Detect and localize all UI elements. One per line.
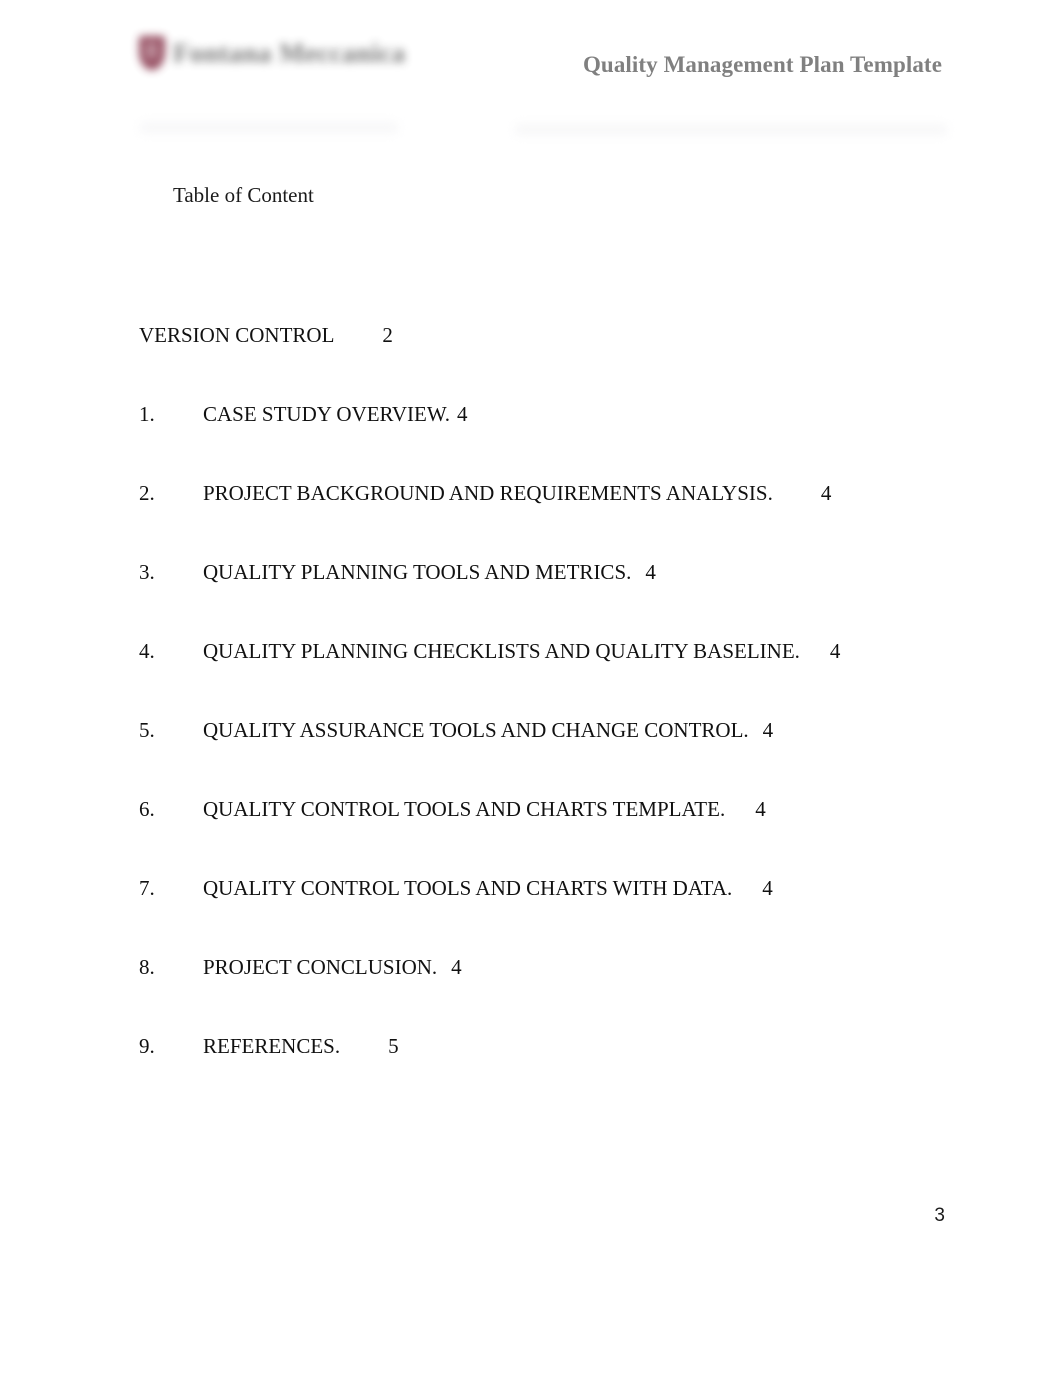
toc-entry-label: REFERENCES. [203, 1034, 341, 1058]
toc-entry-number: 8. [139, 955, 155, 979]
toc-entry-page: 4 [755, 797, 766, 821]
toc-entry-page: 5 [388, 1034, 399, 1058]
toc-entry-case-study-overview[interactable]: 1. CASE STUDY OVERVIEW. 4 [139, 399, 979, 478]
toc-entry-page: 4 [762, 876, 773, 900]
document-page: Fontana Meccanica Quality Management Pla… [0, 0, 1062, 1377]
table-of-contents: VERSION CONTROL 2 1. CASE STUDY OVERVIEW. 4… [139, 320, 979, 1110]
toc-entry-page: 4 [820, 481, 832, 505]
toc-entry-number: 9. [139, 1034, 155, 1058]
header-redaction-band-right [515, 124, 947, 135]
toc-entry-page: 4 [645, 560, 656, 584]
toc-entry-version-control[interactable]: VERSION CONTROL 2 [139, 320, 979, 399]
shield-icon [139, 36, 165, 70]
toc-entry-page: 4 [457, 402, 468, 426]
toc-entry-label: QUALITY PLANNING TOOLS AND METRICS. [203, 560, 632, 584]
toc-entry-page: 4 [829, 639, 841, 663]
header-redaction-band-left [140, 122, 398, 133]
toc-entry-number: 5. [139, 718, 155, 742]
toc-entry-project-background[interactable]: 2. PROJECT BACKGROUND AND REQUIREMENTS AN… [139, 478, 979, 557]
toc-entry-label: PROJECT CONCLUSION. [203, 955, 438, 979]
document-header: Fontana Meccanica Quality Management Pla… [0, 0, 1062, 150]
toc-entry-label: QUALITY CONTROL TOOLS AND CHARTS TEMPLAT… [203, 797, 726, 821]
toc-entry-page: 2 [382, 323, 393, 347]
toc-entry-page: 4 [762, 718, 774, 742]
toc-entry-label: QUALITY ASSURANCE TOOLS AND CHANGE CONTR… [203, 718, 749, 742]
toc-entry-label: VERSION CONTROL [139, 323, 335, 347]
toc-entry-number: 4. [139, 639, 155, 663]
toc-entry-label: CASE STUDY OVERVIEW. [203, 402, 451, 426]
toc-entry-number: 6. [139, 797, 155, 821]
page-number: 3 [934, 1205, 945, 1226]
toc-entry-label: QUALITY CONTROL TOOLS AND CHARTS WITH DA… [203, 876, 733, 900]
brand-name: Fontana Meccanica [173, 37, 406, 68]
toc-entry-number: 2. [139, 481, 155, 505]
toc-entry-quality-assurance-tools[interactable]: 5. QUALITY ASSURANCE TOOLS AND CHANGE CON… [139, 715, 979, 794]
toc-entry-number: 3. [139, 560, 155, 584]
toc-entry-page: 4 [451, 955, 462, 979]
header-title: Quality Management Plan Template [582, 52, 942, 77]
toc-entry-quality-planning-checklists[interactable]: 4. QUALITY PLANNING CHECKLISTS AND QUALIT… [139, 636, 979, 715]
toc-entry-quality-control-with-data[interactable]: 7. QUALITY CONTROL TOOLS AND CHARTS WITH … [139, 873, 979, 952]
toc-entry-number: 7. [139, 876, 155, 900]
brand-logo: Fontana Meccanica [139, 36, 406, 70]
toc-entry-label: QUALITY PLANNING CHECKLISTS AND QUALITY … [203, 639, 800, 663]
toc-entry-label: PROJECT BACKGROUND AND REQUIREMENTS ANAL… [203, 481, 773, 505]
toc-entry-project-conclusion[interactable]: 8. PROJECT CONCLUSION. 4 [139, 952, 979, 1031]
toc-entry-number: 1. [139, 402, 155, 426]
toc-entry-quality-planning-tools[interactable]: 3. QUALITY PLANNING TOOLS AND METRICS. 4 [139, 557, 979, 636]
toc-entry-references[interactable]: 9. REFERENCES. 5 [139, 1031, 979, 1110]
toc-entry-quality-control-template[interactable]: 6. QUALITY CONTROL TOOLS AND CHARTS TEMPL… [139, 794, 979, 873]
page-title: Table of Content [173, 183, 314, 207]
